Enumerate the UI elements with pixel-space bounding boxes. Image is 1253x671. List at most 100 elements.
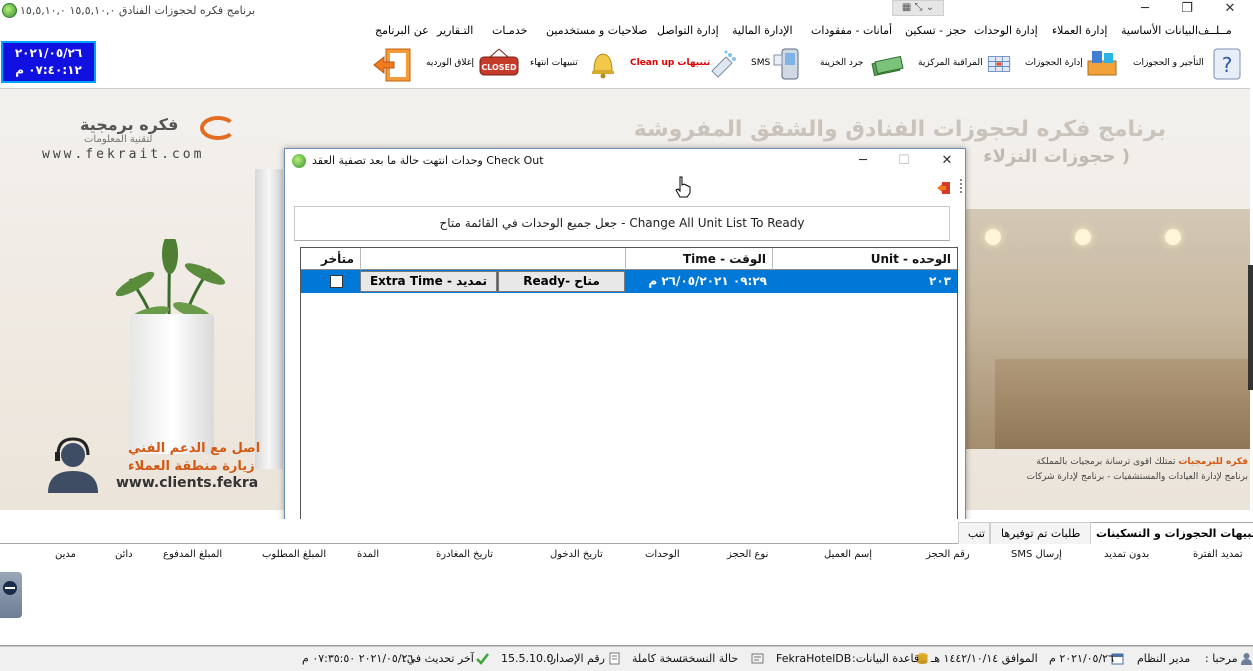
column-header-time[interactable]: الوقت - Time [626, 248, 773, 270]
clock-time: ٠٧:٤٠:١٢ م [15, 63, 82, 77]
dialog-close-button[interactable]: ✕ [930, 151, 964, 171]
column-header[interactable]: الوحدات [645, 549, 680, 560]
column-header[interactable]: مدين [55, 549, 76, 560]
close-shift-button[interactable]: إغلاق الورديه [372, 45, 478, 83]
remote-support-tab[interactable] [0, 572, 22, 618]
column-header-actions [361, 248, 626, 270]
rent-booking-button[interactable]: التأجير و الحجوزات [1085, 45, 1209, 83]
menu-services[interactable]: خدمـات [492, 24, 527, 37]
tab-alerts-partial[interactable]: تنب [958, 522, 990, 544]
company-logo-icon [200, 116, 236, 140]
remote-support-icon [3, 581, 17, 595]
extra-time-button[interactable]: Extra Time - تمديد [360, 271, 497, 292]
quick-access-toolbar[interactable]: ▦ ⤡ ⌄ [892, 0, 944, 16]
cleanup-alerts-label: تنبيهات Clean up [630, 58, 711, 68]
column-header[interactable]: المدة [357, 549, 379, 560]
reception-counter [995, 359, 1250, 449]
dialog-maximize-button[interactable]: ☐ [887, 151, 921, 171]
manage-bookings-button[interactable]: إدارة الحجوزات [985, 45, 1083, 83]
treasury-button[interactable]: جرد الخزينة [772, 45, 868, 83]
bottom-tab-strip: تنبيهات الحجوزات و التسكينات طلبات تم تو… [0, 519, 1253, 544]
status-copy-label: حالة النسخة: [679, 652, 739, 665]
column-header[interactable]: المبلغ المدفوع [163, 549, 222, 560]
central-monitor-label: المراقبة المركزية [918, 58, 983, 68]
sms-label: SMS [751, 58, 771, 68]
units-grid: متأخر الوقت - Time الوحده - Unit Extra T… [300, 247, 958, 537]
central-monitor-button[interactable]: المراقبة المركزية [870, 45, 983, 83]
cleanup-spray-icon [711, 50, 736, 78]
column-header-late[interactable]: متأخر [301, 248, 361, 270]
company-logo-sub: لتقنية المعلومات [84, 134, 153, 145]
brand-tagline-1: فكره للبرمجيات تمتلك أقوى ترسانة برمجيات… [968, 457, 1248, 467]
menu-units[interactable]: إدارة الوحدات [974, 24, 1038, 37]
status-copy-value: نسخة كاملة [632, 652, 686, 665]
user-icon [1241, 653, 1252, 665]
menu-communication[interactable]: إدارة التواصل [657, 24, 719, 37]
title-bar: برنامج فكره لحجوزات الفنادق ١٥,٥,١٠,٠ ١٥… [0, 0, 1253, 22]
menu-file[interactable]: مــلــف [1198, 24, 1232, 37]
column-header[interactable]: تمديد الفترة [1193, 549, 1243, 560]
toolbar-grip[interactable] [960, 179, 962, 193]
cleanup-alerts-button[interactable]: تنبيهات Clean up [586, 45, 710, 83]
close-button[interactable]: ✕ [1210, 0, 1250, 20]
brand-tagline-2: برنامج لإدارة العيادات والمستشفيات - برن… [1026, 472, 1248, 482]
column-header[interactable]: نوع الحجز [727, 549, 768, 560]
menu-about[interactable]: عن البرنامج [375, 24, 429, 37]
status-date: ٢٠٢١/٠٥/٢٦ م [1049, 652, 1114, 665]
brand-name: فكره للبرمجيات [1178, 457, 1248, 467]
minimize-button[interactable]: ─ [1125, 0, 1165, 20]
tab-booking-alerts[interactable]: تنبيهات الحجوزات و التسكينات [1085, 522, 1253, 544]
restore-button[interactable]: ❐ [1167, 0, 1207, 20]
closed-sign-icon: CLOSED [479, 48, 519, 76]
status-version: 15.5.10.0 [501, 652, 554, 665]
status-bar: مرحبا : مدير النظام ٢٠٢١/٠٥/٢٦ م الموافق… [0, 646, 1253, 671]
company-website: www.fekrait.com [42, 147, 205, 162]
column-header[interactable]: المبلغ المطلوب [262, 549, 326, 560]
column-header[interactable]: بدون تمديد [1104, 549, 1149, 560]
money-stack-icon [871, 55, 904, 77]
manage-bookings-label: إدارة الحجوزات [1025, 58, 1083, 68]
hotel-desk-icon [1087, 51, 1117, 76]
clock-panel: ٢٠٢١/٠٥/٢٦ ٠٧:٤٠:١٢ م [1, 41, 96, 83]
end-alerts-button[interactable]: CLOSED تنبيهات انتهاء [478, 45, 584, 83]
column-header[interactable]: تاريخ الدخول [550, 549, 603, 560]
lamp-light [985, 229, 1001, 245]
menu-basic-data[interactable]: البيانات الأساسية [1121, 24, 1198, 37]
main-toolbar: ? التأجير و الحجوزات إدارة الحجوزات المر… [0, 40, 1253, 88]
brand-tagline-text: تمتلك أقوى ترسانة برمجيات بالمملكة [1036, 457, 1176, 467]
menu-bar: مــلــف البيانات الأساسية إدارة العملاء … [0, 22, 1253, 40]
window-title: برنامج فكره لحجوزات الفنادق ١٥,٥,١٠,٠ ١٥… [20, 4, 256, 17]
column-header-unit[interactable]: الوحده - Unit [773, 248, 957, 270]
change-all-to-ready-button[interactable]: جعل جميع الوحدات في القائمة متاح - Chang… [294, 206, 950, 241]
grid-header: متأخر الوقت - Time الوحده - Unit [301, 248, 957, 270]
status-hijri-date: الموافق ١٤٤٢/١٠/١٤ هـ [931, 652, 1038, 665]
dialog-minimize-button[interactable]: ─ [846, 151, 880, 171]
menu-deposits[interactable]: أمانات - مفقودات [811, 24, 892, 37]
column-header[interactable]: إسم العميل [824, 549, 872, 560]
menu-booking[interactable]: حجز - تسكين [905, 24, 967, 37]
calendar-grid-icon [987, 56, 1011, 72]
column-header[interactable]: إرسال SMS [1011, 549, 1062, 560]
column-header[interactable]: دائن [115, 549, 133, 560]
app-window: برنامج فكره لحجوزات الفنادق ١٥,٥,١٠,٠ ١٥… [0, 0, 1253, 671]
table-row[interactable]: Extra Time - تمديد Ready- متاح ٠٩:٢٩ ٢٦/… [301, 270, 957, 293]
exit-icon[interactable] [937, 181, 951, 195]
help-button[interactable]: ? [1208, 45, 1248, 83]
menu-reports[interactable]: التـقارير [437, 24, 473, 37]
company-logo-name: فكره برمجية [80, 115, 179, 134]
menu-clients[interactable]: إدارة العملاء [1052, 24, 1107, 37]
ready-button[interactable]: Ready- متاح [498, 271, 625, 292]
column-header[interactable]: تاريخ المغادرة [436, 549, 493, 560]
svg-text:CLOSED: CLOSED [481, 63, 517, 72]
status-last-update-label: آخر تحديث في: [403, 652, 474, 665]
scroll-indicator[interactable] [1248, 265, 1253, 390]
menu-finance[interactable]: الإدارة المالية [732, 24, 793, 37]
clients-website: www.clients.fekra [116, 475, 259, 491]
tab-fulfilled-requests[interactable]: طلبات تم توفيرها [990, 522, 1092, 544]
hand-cursor-icon [675, 176, 691, 198]
column-header[interactable]: رقم الحجز [926, 549, 970, 560]
late-checkbox[interactable] [330, 275, 343, 288]
menu-permissions[interactable]: صلاحيات و مستخدمين [546, 24, 648, 37]
sms-button[interactable]: SMS [706, 45, 772, 83]
checkmark-icon [476, 653, 489, 665]
